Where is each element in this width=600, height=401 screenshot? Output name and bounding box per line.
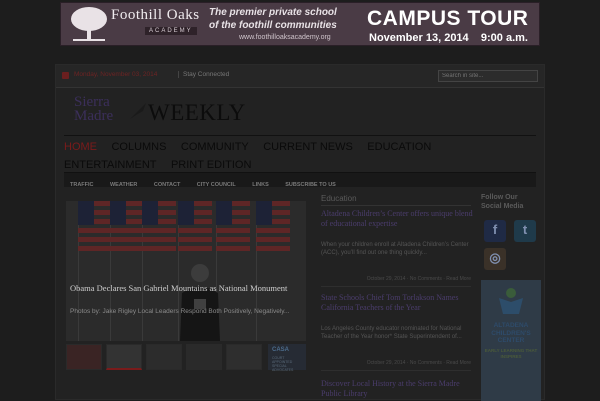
social-heading-line-1: Follow Our xyxy=(481,194,518,201)
quill-logo-icon xyxy=(130,103,146,119)
nav-columns[interactable]: COLUMNS xyxy=(111,139,166,155)
flag-image xyxy=(256,201,290,281)
casa-title: CASA xyxy=(272,347,290,353)
nav-community[interactable]: COMMUNITY xyxy=(181,139,249,155)
banner-tagline-line-2: of the foothill communities xyxy=(209,20,337,31)
article-title[interactable]: State Schools Chief Tom Torlakson Names … xyxy=(321,293,476,312)
current-date: Monday, November 03, 2014 xyxy=(74,71,158,78)
slider-thumbnail[interactable] xyxy=(146,344,182,370)
featured-article-excerpt: Photos by: Jake Rigley Local Leaders Res… xyxy=(70,308,290,315)
slider-thumbnail-selected[interactable] xyxy=(106,344,142,370)
nav-divider xyxy=(64,135,536,136)
secondary-navigation: TRAFFIC WEATHER CONTACT CITY COUNCIL LIN… xyxy=(64,172,536,188)
calendar-icon xyxy=(62,72,69,79)
banner-date-time: November 13, 2014 9:00 a.m. xyxy=(369,32,528,44)
flag-image xyxy=(110,201,144,281)
article-excerpt: Los Angeles County educator nominated fo… xyxy=(321,326,462,340)
campus-tour-banner-ad[interactable]: Foothill Oaks ACADEMY The premier privat… xyxy=(60,2,540,46)
nav-education[interactable]: EDUCATION xyxy=(367,139,431,155)
education-section-heading: Education xyxy=(321,194,357,203)
logo-madre-text: Madre xyxy=(74,108,114,124)
subnav-traffic[interactable]: TRAFFIC xyxy=(70,178,94,192)
article-title[interactable]: Discover Local History at the Sierra Mad… xyxy=(321,379,476,398)
banner-url: www.foothilloaksacademy.org xyxy=(239,34,331,41)
banner-time: 9:00 a.m. xyxy=(480,32,528,44)
logo-weekly-text[interactable]: WEEKLY xyxy=(148,100,246,126)
slider-thumbnails: CASA COURT APPOINTED SPECIAL ADVOCATES xyxy=(66,344,306,372)
altadena-childrens-center-ad[interactable]: ALTADENA CHILDREN'S CENTER EARLY LEARNIN… xyxy=(481,280,541,401)
side-ad-subtitle: EARLY LEARNING THAT INSPIRES xyxy=(484,348,538,359)
banner-headline: CAMPUS TOUR xyxy=(367,7,529,30)
slider-thumbnail[interactable] xyxy=(186,344,222,370)
banner-brand-name: Foothill Oaks xyxy=(111,7,200,23)
article-title[interactable]: Altadena Children’s Center offers unique… xyxy=(321,209,476,228)
top-bar: Monday, November 03, 2014 Stay Connected xyxy=(56,65,544,88)
slider-thumbnail[interactable] xyxy=(66,344,102,370)
flag-image xyxy=(142,201,176,281)
flag-image xyxy=(78,201,112,281)
featured-slider[interactable]: Obama Declares San Gabriel Mountains as … xyxy=(66,201,306,341)
article-excerpt: When your children enroll at Altadena Ch… xyxy=(321,242,469,256)
twitter-icon[interactable]: t xyxy=(514,220,536,242)
banner-tagline-line-1: The premier private school xyxy=(209,7,337,18)
slider-thumbnail-casa[interactable]: CASA COURT APPOINTED SPECIAL ADVOCATES xyxy=(268,344,306,372)
site-container: Monday, November 03, 2014 Stay Connected… xyxy=(55,64,545,401)
main-navigation: HOME COLUMNS COMMUNITY CURRENT NEWS EDUC… xyxy=(64,137,536,173)
slider-thumbnail[interactable] xyxy=(226,344,262,370)
section-divider xyxy=(321,205,471,206)
banner-date: November 13, 2014 xyxy=(369,32,469,44)
banner-brand-subtitle: ACADEMY xyxy=(145,27,197,35)
subnav-subscribe[interactable]: SUBSCRIBE TO US xyxy=(285,178,336,192)
article-meta[interactable]: October 29, 2014 · No Comments · Read Mo… xyxy=(321,276,471,282)
subnav-weather[interactable]: WEATHER xyxy=(110,178,137,192)
nav-print-edition[interactable]: PRINT EDITION xyxy=(171,157,251,173)
side-ad-title: ALTADENA CHILDREN'S CENTER xyxy=(491,322,531,344)
subnav-links[interactable]: LINKS xyxy=(252,178,269,192)
nav-current-news[interactable]: CURRENT NEWS xyxy=(263,139,353,155)
facebook-icon[interactable]: f xyxy=(484,220,506,242)
casa-subtitle: COURT APPOINTED SPECIAL ADVOCATES xyxy=(272,356,294,372)
instagram-icon[interactable]: ◎ xyxy=(484,248,506,270)
child-figure-logo-icon xyxy=(499,288,523,314)
search-input[interactable] xyxy=(438,70,538,82)
stay-connected-link[interactable]: Stay Connected xyxy=(178,71,229,78)
subnav-contact[interactable]: CONTACT xyxy=(154,178,180,192)
article-divider xyxy=(321,286,471,287)
nav-home[interactable]: HOME xyxy=(64,139,97,155)
oak-tree-logo-icon xyxy=(71,7,107,41)
article-meta[interactable]: October 29, 2014 · No Comments · Read Mo… xyxy=(321,360,471,366)
speaker-figure xyxy=(180,264,220,341)
nav-entertainment[interactable]: ENTERTAINMENT xyxy=(64,157,157,173)
flag-canton xyxy=(78,201,94,225)
subnav-city-council[interactable]: CITY COUNCIL xyxy=(197,178,236,192)
featured-article-title[interactable]: Obama Declares San Gabriel Mountains as … xyxy=(70,283,302,294)
article-divider xyxy=(321,370,471,371)
social-heading-line-2: Social Media xyxy=(481,203,524,210)
